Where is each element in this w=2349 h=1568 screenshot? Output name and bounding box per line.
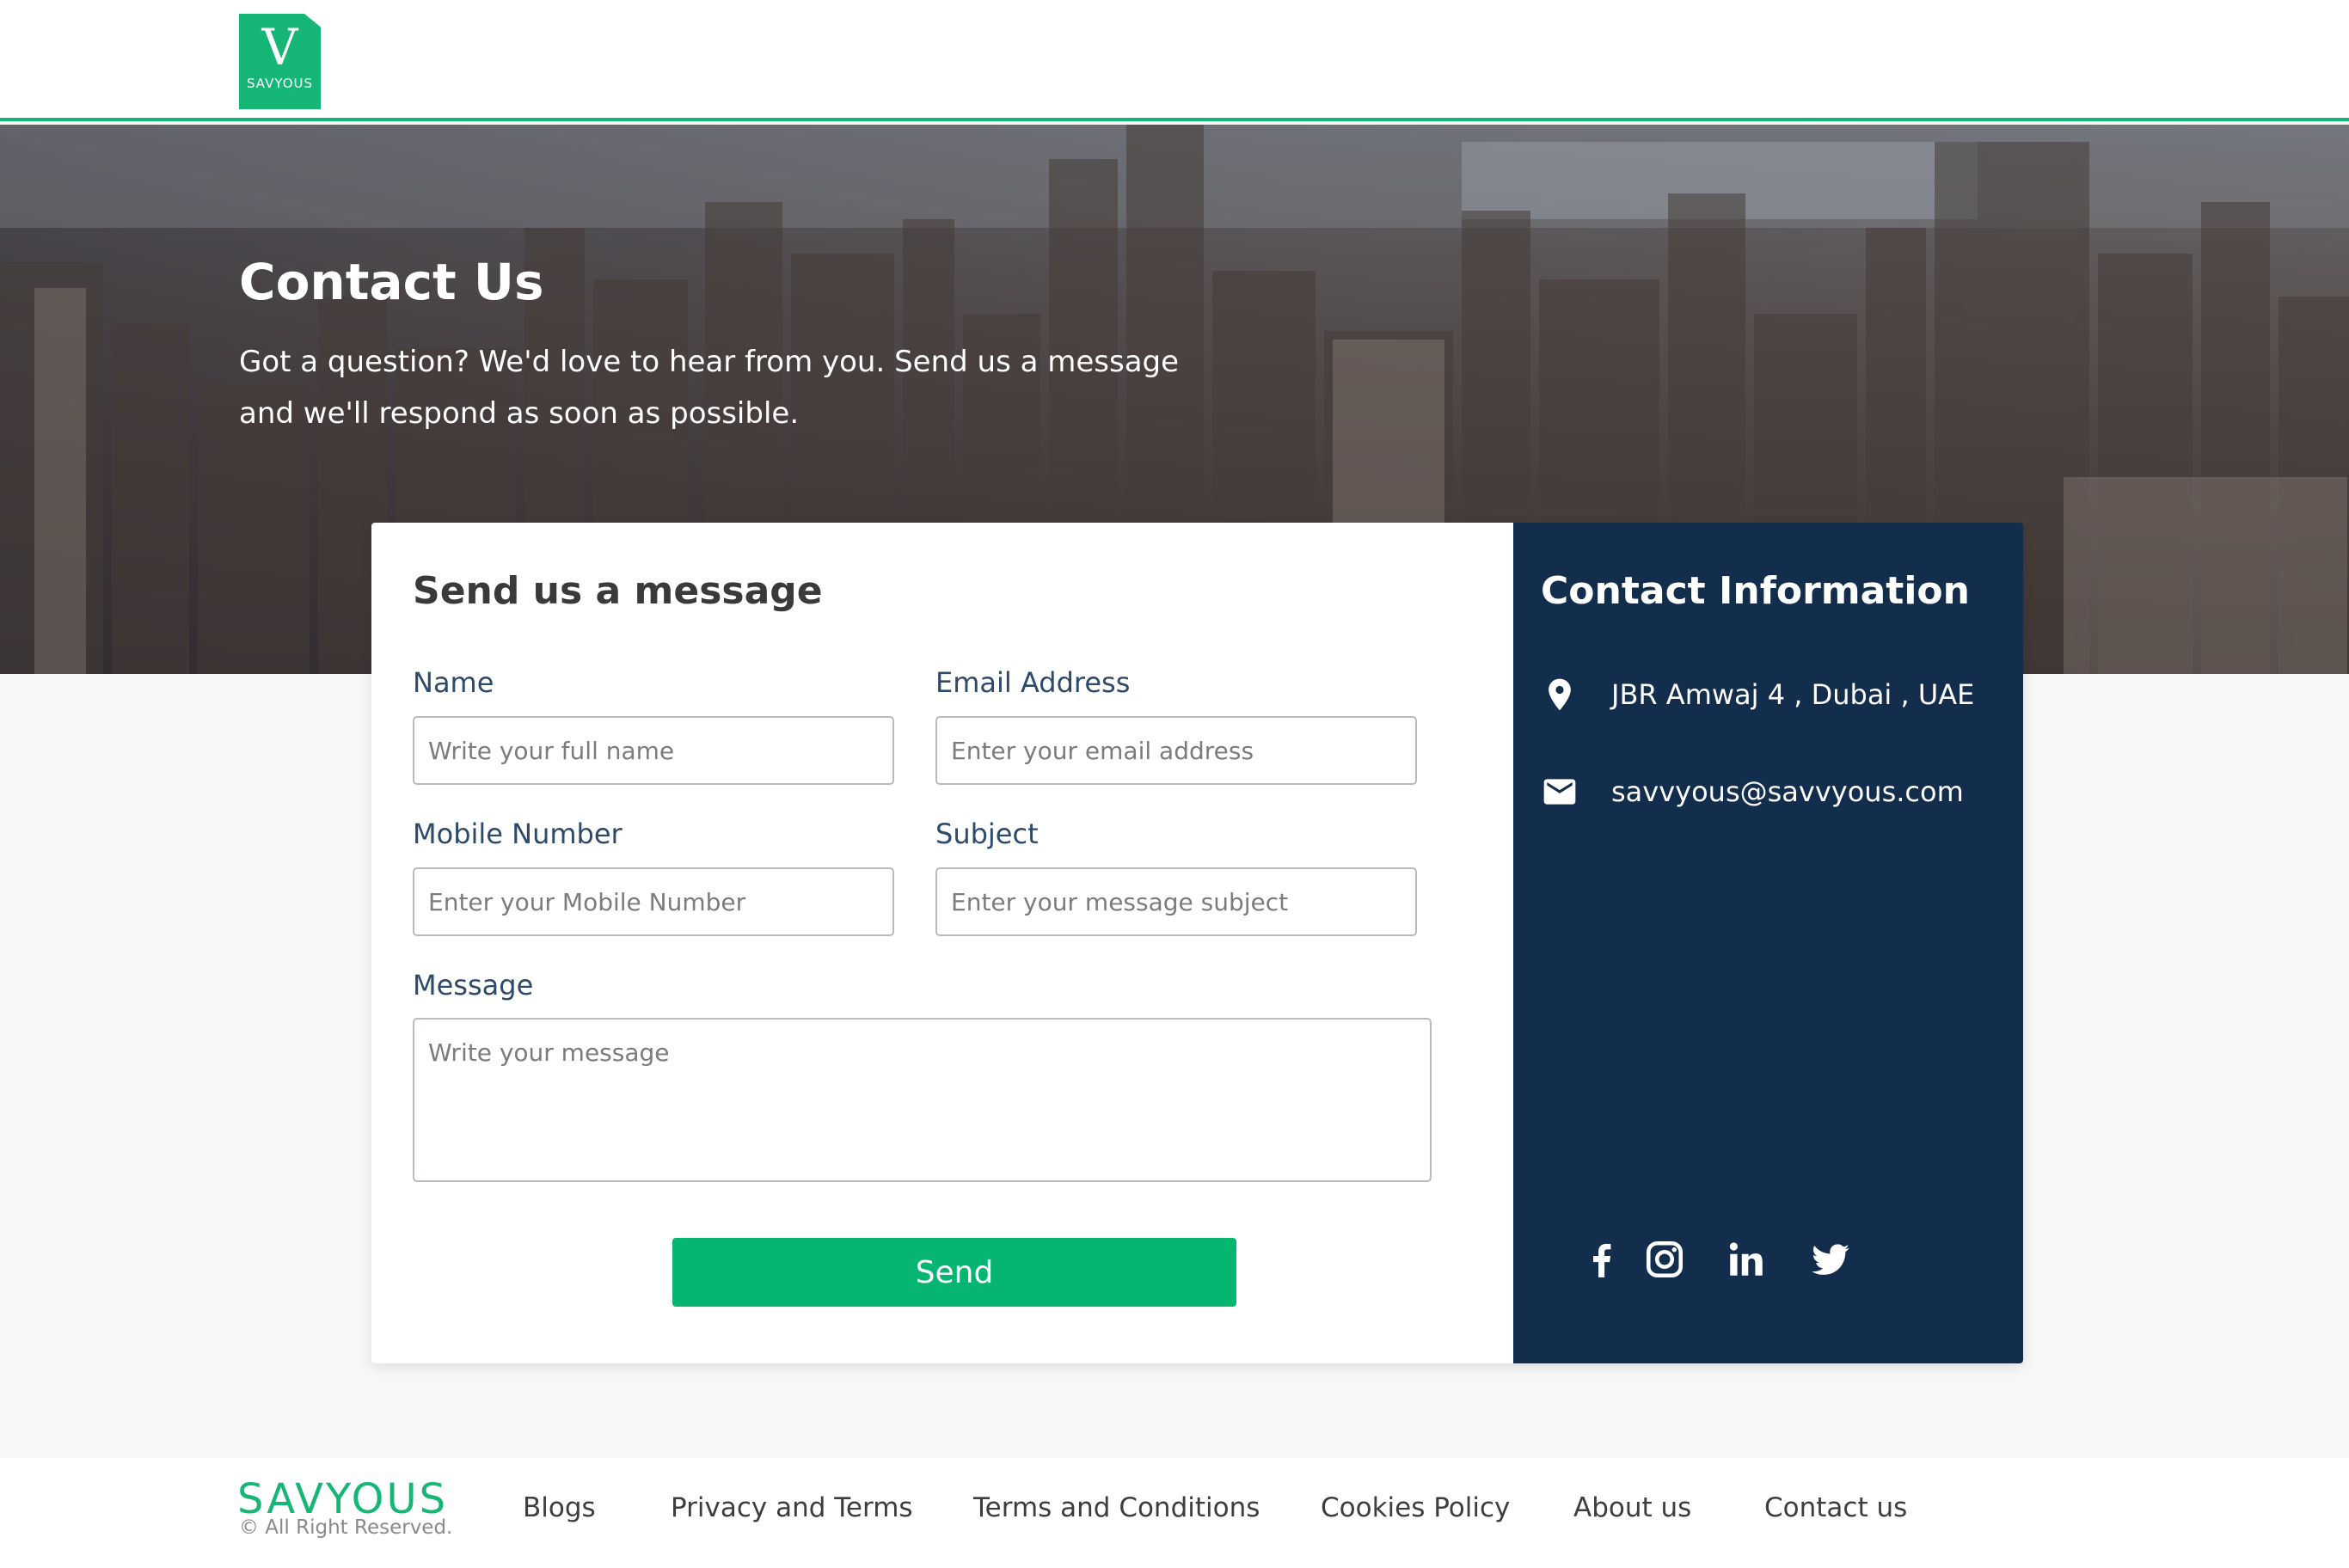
footer-link-privacy[interactable]: Privacy and Terms	[671, 1489, 913, 1527]
savyous-logo[interactable]: V SAVYOUS	[239, 14, 321, 109]
name-input[interactable]	[413, 716, 894, 785]
twitter-icon[interactable]	[1809, 1238, 1852, 1281]
footer-link-about[interactable]: About us	[1573, 1489, 1691, 1527]
mobile-input[interactable]	[413, 867, 894, 936]
mobile-label: Mobile Number	[413, 818, 623, 850]
email-link[interactable]: savvyous@savvyous.com	[1611, 770, 1964, 813]
footer-link-contact[interactable]: Contact us	[1764, 1489, 1907, 1527]
email-row: savvyous@savvyous.com	[1541, 770, 2005, 813]
instagram-icon[interactable]	[1643, 1238, 1686, 1281]
send-button[interactable]: Send	[672, 1238, 1236, 1307]
site-header: V SAVYOUS	[0, 0, 2349, 121]
footer-copyright: © All Right Reserved.	[239, 1516, 453, 1539]
subject-input[interactable]	[935, 867, 1417, 936]
message-textarea[interactable]	[413, 1018, 1432, 1182]
contact-info-title: Contact Information	[1541, 569, 1970, 613]
page-title: Contact Us	[239, 253, 544, 311]
footer-link-terms[interactable]: Terms and Conditions	[973, 1489, 1260, 1527]
logo-wordmark: SAVYOUS	[246, 76, 313, 91]
footer-link-blogs[interactable]: Blogs	[523, 1489, 596, 1527]
contact-form: Send us a message Name Email Address Mob…	[371, 523, 1513, 1363]
form-title: Send us a message	[413, 569, 823, 613]
facebook-icon[interactable]	[1580, 1238, 1623, 1281]
address-text: JBR Amwaj 4 , Dubai , UAE	[1611, 678, 1975, 711]
contact-card: Send us a message Name Email Address Mob…	[371, 523, 2023, 1363]
page-subtitle: Got a question? We'd love to hear from y…	[239, 345, 1180, 431]
contact-info-panel: Contact Information JBR Amwaj 4 , Dubai …	[1513, 523, 2023, 1363]
site-footer: SAVYOUS © All Right Reserved. Blogs Priv…	[0, 1458, 2349, 1568]
email-input[interactable]	[935, 716, 1417, 785]
address-row: JBR Amwaj 4 , Dubai , UAE	[1541, 673, 2005, 716]
footer-link-cookies[interactable]: Cookies Policy	[1321, 1489, 1510, 1527]
map-pin-icon	[1549, 678, 1571, 711]
name-label: Name	[413, 666, 494, 699]
logo-mark: V	[261, 18, 298, 77]
email-label: Email Address	[935, 666, 1131, 699]
subject-label: Subject	[935, 818, 1039, 850]
message-label: Message	[413, 969, 534, 1001]
linkedin-icon[interactable]	[1725, 1238, 1768, 1281]
mail-icon	[1543, 779, 1576, 805]
